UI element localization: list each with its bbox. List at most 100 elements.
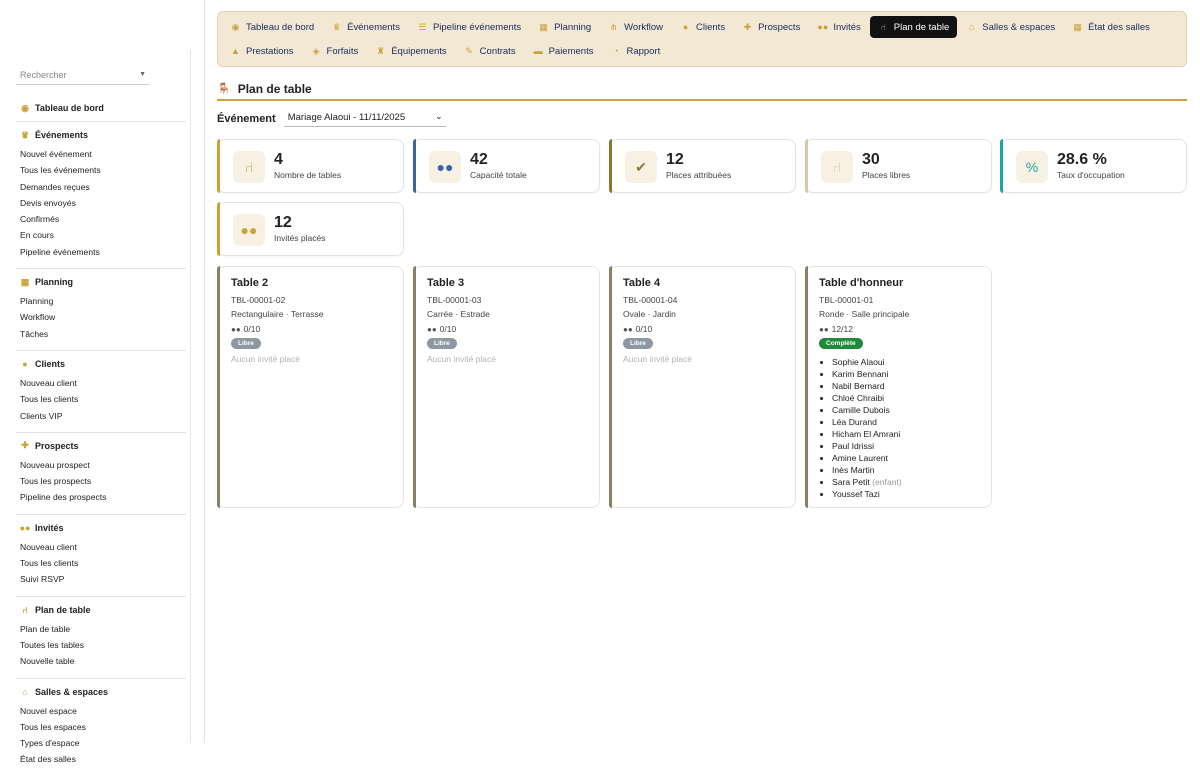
guest-name: Sophie Alaoui (832, 357, 885, 367)
guest-name: Amine Laurent (832, 453, 888, 463)
sidebar-item-workflow[interactable]: Workflow (16, 309, 186, 325)
tab-plan-de-table[interactable]: ⑁ Plan de table (869, 16, 958, 38)
sidebar-item-planning[interactable]: Planning (16, 293, 186, 309)
guest-item: Camille Dubois (832, 404, 902, 416)
table-meta: Carrée · Estrade (427, 309, 490, 319)
sidebar-item-nouveau-prospect[interactable]: Nouveau prospect (16, 457, 186, 473)
tab-pipeline-evenements[interactable]: ☰ Pipeline événements (409, 16, 529, 38)
table-capacity-value: 0/10 (439, 324, 457, 334)
empty-guests-text: Aucun invité placé (231, 354, 300, 364)
stat-card: ⑁ 30 Places libres (805, 139, 992, 193)
stat-value: 28.6 % (1057, 151, 1107, 168)
sidebar-search-select[interactable]: Rechercher ▼ (16, 67, 150, 85)
table-meta: Ovale · Jardin (623, 309, 676, 319)
stat-accent-bar (805, 139, 808, 193)
event-selector-row: Événement Mariage Alaoui - 11/11/2025 ⌄ (217, 110, 446, 127)
sidebar-item-clients-vip[interactable]: Clients VIP (16, 408, 186, 424)
tab-equipements[interactable]: ♜ Équipements (367, 40, 454, 62)
table-capacity-value: 0/10 (243, 324, 261, 334)
sidebar-item-tous-les-espaces[interactable]: Tous les espaces (16, 719, 186, 735)
sidebar-item-tous-les-clients[interactable]: Tous les clients (16, 555, 186, 571)
sidebar-heading-plan-de-table[interactable]: ⑁ Plan de table (16, 605, 186, 615)
event-select[interactable]: Mariage Alaoui - 11/11/2025 ⌄ (283, 110, 446, 127)
sidebar-item-pipeline-des-prospects[interactable]: Pipeline des prospects (16, 489, 186, 505)
tab-label: Paiements (548, 45, 594, 57)
contract-icon: ✎ (465, 45, 473, 56)
page-title: 🪑 Plan de table (217, 78, 1187, 101)
tab-invites[interactable]: ●● Invités (809, 16, 868, 38)
tab-paiements[interactable]: ▬ Paiements (525, 40, 602, 62)
tab-workflow[interactable]: ⋔ Workflow (600, 16, 671, 38)
status-badge: Libre (231, 338, 261, 349)
users-icon: ●● (623, 324, 633, 334)
sidebar-heading-invites[interactable]: ●● Invités (16, 523, 186, 533)
sidebar-section-prospects: ✚ Prospects Nouveau prospect Tous les prosp… (16, 433, 186, 515)
sidebar-item-nouvel-espace[interactable]: Nouvel espace (16, 703, 186, 719)
sidebar-item-pipeline-evenements[interactable]: Pipeline événements (16, 244, 186, 260)
sidebar-heading-salles-espaces[interactable]: ⌂ Salles & espaces (16, 687, 186, 697)
sidebar-item-nouvel-evenement[interactable]: Nouvel événement (16, 146, 186, 162)
sidebar-heading-label: Invités (35, 522, 64, 533)
table-code: TBL-00001-01 (819, 295, 874, 305)
sidebar-item-nouveau-client[interactable]: Nouveau client (16, 539, 186, 555)
workflow-icon: ⋔ (609, 21, 618, 32)
sidebar-item-devis-envoyes[interactable]: Devis envoyés (16, 195, 186, 211)
users-icon: ●● (231, 324, 241, 334)
page-title-text: Plan de table (237, 81, 312, 96)
table-card[interactable]: Table 4 TBL-00001-04 Ovale · Jardin ●● 0/10 L… (609, 266, 796, 508)
table-capacity: ●● 12/12 (819, 324, 853, 334)
tab-prestations[interactable]: ▲ Prestations (222, 40, 302, 62)
sidebar-item-taches[interactable]: Tâches (16, 326, 186, 342)
table-code: TBL-00001-03 (427, 295, 482, 305)
tab-planning[interactable]: ▦ Planning (530, 16, 599, 38)
top-nav-row-2: ▲ Prestations ◈ Forfaits ♜ Équipements ✎ Contra… (222, 39, 669, 63)
tab-rapport[interactable]: ◔ Rapport (602, 40, 668, 62)
chair-icon: ⑁ (233, 151, 265, 183)
tab-clients[interactable]: ● Clients (672, 16, 733, 38)
table-card[interactable]: Table d'honneur TBL-00001-01 Ronde · Salle… (805, 266, 992, 508)
tab-tableau-de-bord[interactable]: ◉ Tableau de bord (222, 16, 322, 38)
table-card-accent (217, 266, 220, 508)
sidebar-heading-planning[interactable]: ▦ Planning (16, 277, 186, 288)
grid-icon: ▦ (1073, 21, 1082, 32)
event-label: Événement (217, 112, 276, 125)
tab-label: Clients (696, 21, 726, 33)
tab-salles-espaces[interactable]: ⌂ Salles & espaces (958, 16, 1063, 38)
tab-label: Prospects (758, 21, 801, 33)
sidebar-item-nouveau-client[interactable]: Nouveau client (16, 375, 186, 391)
sidebar-item-en-cours[interactable]: En cours (16, 227, 186, 243)
sidebar-item-suivi-rsvp[interactable]: Suivi RSVP (16, 571, 186, 587)
sidebar-item-etat-des-salles[interactable]: État des salles (16, 751, 186, 767)
tab-evenements[interactable]: ♛ Événements (323, 16, 408, 38)
sidebar-item-types-d-espace[interactable]: Types d'espace (16, 735, 186, 751)
stat-label: Places attribuées (666, 170, 732, 180)
table-capacity: ●● 0/10 (623, 324, 652, 334)
sidebar-item-plan-de-table[interactable]: Plan de table (16, 621, 186, 637)
event-select-value: Mariage Alaoui - 11/11/2025 (287, 112, 406, 123)
sidebar-item-demandes-recues[interactable]: Demandes reçues (16, 179, 186, 195)
guest-item: Hicham El Amrani (832, 428, 902, 440)
sidebar-item-confirmes[interactable]: Confirmés (16, 211, 186, 227)
tab-etat-des-salles[interactable]: ▦ État des salles (1064, 16, 1158, 38)
sidebar-item-nouvelle-table[interactable]: Nouvelle table (16, 653, 186, 669)
tab-forfaits[interactable]: ◈ Forfaits (303, 40, 367, 62)
sidebar-item-tous-les-clients[interactable]: Tous les clients (16, 391, 186, 407)
tab-contrats[interactable]: ✎ Contrats (456, 40, 524, 62)
sidebar-item-tous-les-evenements[interactable]: Tous les événements (16, 162, 186, 178)
sidebar-heading-prospects[interactable]: ✚ Prospects (16, 440, 186, 451)
tab-prospects[interactable]: ✚ Prospects (734, 16, 808, 38)
sidebar-item-tous-les-prospects[interactable]: Tous les prospects (16, 473, 186, 489)
guest-item: Amine Laurent (832, 452, 902, 464)
table-card[interactable]: Table 2 TBL-00001-02 Rectangulaire · Terra… (217, 266, 404, 508)
sidebar-heading-clients[interactable]: ● Clients (16, 359, 186, 369)
guest-name: Karim Bennani (832, 369, 889, 379)
tab-label: Événements (347, 21, 400, 33)
sidebar-item-toutes-les-tables[interactable]: Toutes les tables (16, 637, 186, 653)
guest-item: Paul Idrissi (832, 440, 902, 452)
stat-value: 12 (666, 151, 684, 168)
sidebar-heading-tableau-de-bord[interactable]: ◉ Tableau de bord (16, 103, 186, 114)
guest-item: Nabil Bernard (832, 380, 902, 392)
guest-name: Camille Dubois (832, 405, 890, 415)
table-card[interactable]: Table 3 TBL-00001-03 Carrée · Estrade ●● 0/1… (413, 266, 600, 508)
sidebar-heading-evenements[interactable]: ♛ Événements (16, 130, 186, 141)
